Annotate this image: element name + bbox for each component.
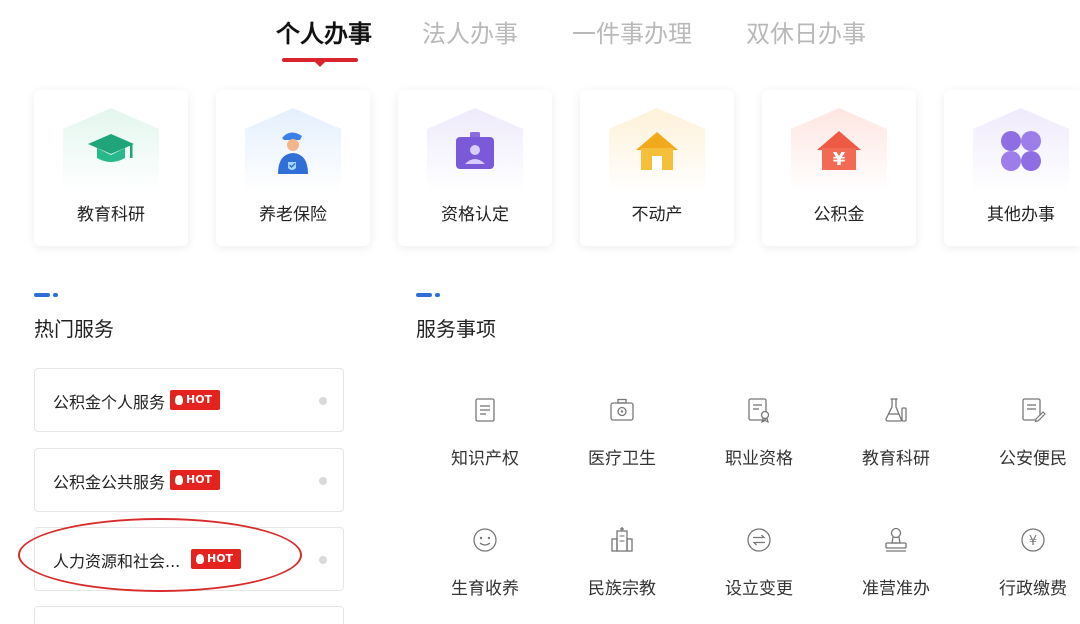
id-badge-icon [456, 132, 494, 169]
service-item-label: 知识产权 [451, 449, 519, 469]
category-row: 教育科研 养老保险 资格认定 不动产 ¥ 公积金 其他办事 [0, 90, 1080, 250]
svg-text:¥: ¥ [833, 149, 846, 170]
service-item-adoption[interactable]: 生育收养 [430, 526, 540, 616]
service-items-title: 服务事项 [416, 317, 496, 341]
service-item-label: 职业资格 [725, 449, 793, 469]
service-item-label: 教育科研 [862, 449, 930, 469]
hot-service-item[interactable] [34, 606, 344, 624]
yuan-coin-icon: ¥ [1021, 528, 1045, 552]
service-item-label: 生育收养 [451, 579, 519, 599]
medical-kit-icon [610, 398, 634, 421]
service-item-label: 医疗卫生 [588, 449, 656, 469]
service-item-business-permit[interactable]: 准营准办 [841, 526, 951, 616]
service-item-label: 设立变更 [725, 579, 793, 599]
category-real-estate[interactable]: 不动产 [580, 90, 734, 246]
service-item-ip[interactable]: 知识产权 [430, 396, 540, 486]
lab-flask-icon [885, 398, 907, 422]
exchange-icon [747, 528, 771, 552]
service-item-label: 行政缴费 [999, 579, 1067, 599]
list-dot [319, 556, 327, 564]
category-label: 不动产 [631, 205, 683, 225]
category-pension[interactable]: 养老保险 [216, 90, 370, 246]
stamp-icon [885, 527, 907, 552]
service-item-label: 民族宗教 [588, 579, 656, 599]
building-icon [611, 527, 633, 552]
service-item-medical[interactable]: 医疗卫生 [567, 396, 677, 486]
tab-weekend[interactable]: 双休日办事 [746, 14, 866, 49]
tab-legal-person[interactable]: 法人办事 [422, 14, 518, 49]
service-item-admin-fee[interactable]: ¥ 行政缴费 [978, 526, 1080, 616]
section-marker [416, 293, 442, 297]
category-qualification[interactable]: 资格认定 [398, 90, 552, 246]
category-label: 教育科研 [77, 205, 145, 225]
hot-services-title: 热门服务 [34, 317, 114, 341]
hot-badge: HOT [170, 470, 220, 490]
form-edit-icon [1022, 398, 1046, 423]
hot-service-label: 公积金公共服务 [53, 473, 166, 492]
hot-service-item[interactable]: 公积金个人服务 HOT [34, 368, 344, 432]
tab-one-thing[interactable]: 一件事办理 [572, 14, 692, 49]
grid-icon [1001, 131, 1041, 171]
graduation-cap-icon [88, 134, 134, 162]
hot-service-item[interactable]: 公积金公共服务 HOT [34, 448, 344, 512]
service-item-public-security[interactable]: 公安便民 [978, 396, 1080, 486]
category-education[interactable]: 教育科研 [34, 90, 188, 246]
tab-personal[interactable]: 个人办事 [276, 14, 372, 49]
category-label: 公积金 [813, 205, 865, 225]
active-tab-caret [314, 61, 326, 67]
category-label: 资格认定 [441, 205, 509, 225]
house-icon [636, 132, 678, 170]
svg-text:¥: ¥ [1029, 534, 1037, 549]
yuan-house-icon: ¥ [817, 131, 861, 170]
category-other[interactable]: 其他办事 [944, 90, 1080, 246]
service-item-vocational[interactable]: 职业资格 [704, 396, 814, 486]
category-housing-fund[interactable]: ¥ 公积金 [762, 90, 916, 246]
service-item-label: 公安便民 [999, 449, 1067, 469]
service-item-ethnic-religion[interactable]: 民族宗教 [567, 526, 677, 616]
smiley-icon [473, 528, 497, 552]
hot-badge: HOT [170, 390, 220, 410]
elderly-person-icon [278, 132, 308, 174]
service-item-establish-change[interactable]: 设立变更 [704, 526, 814, 616]
list-dot [319, 397, 327, 405]
certificate-icon [748, 398, 770, 424]
service-item-education[interactable]: 教育科研 [841, 396, 951, 486]
category-label: 其他办事 [987, 205, 1055, 225]
section-marker [34, 293, 60, 297]
category-label: 养老保险 [259, 205, 327, 225]
list-dot [319, 477, 327, 485]
tab-bar: 个人办事 法人办事 一件事办理 双休日办事 [0, 0, 1080, 80]
service-item-label: 准营准办 [862, 579, 930, 599]
hot-service-label: 公积金个人服务 [53, 393, 166, 412]
red-highlight-circle [18, 518, 302, 592]
document-icon [475, 398, 495, 422]
